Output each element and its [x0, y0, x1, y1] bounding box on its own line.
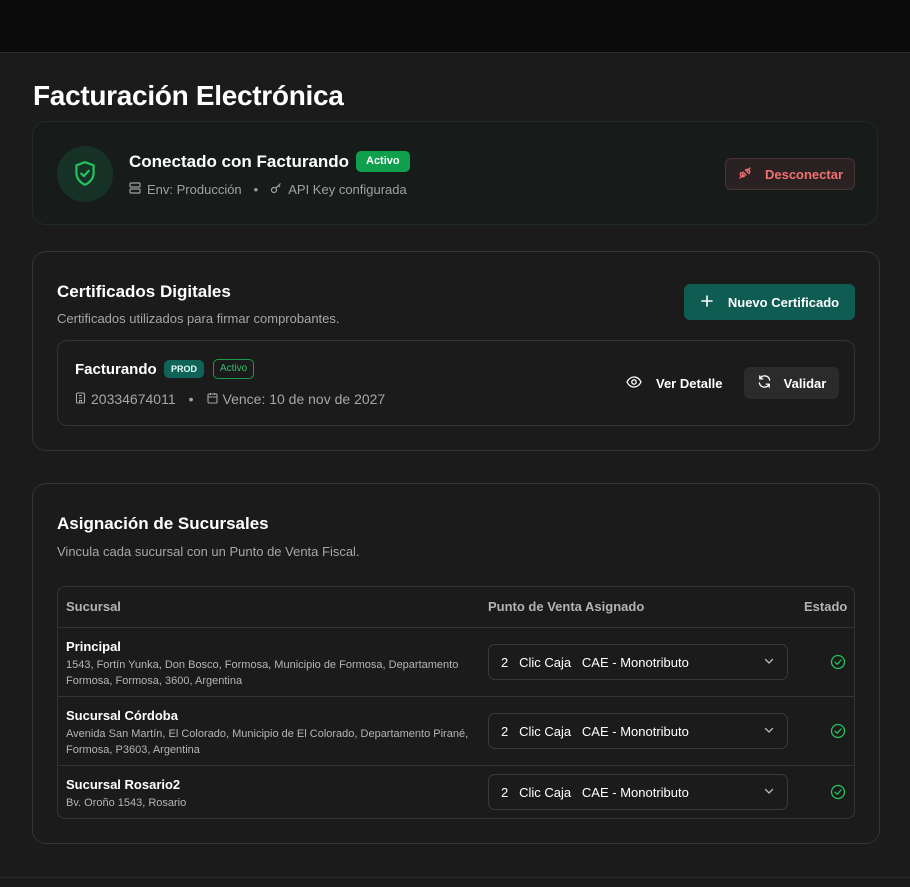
certificates-subtitle: Certificados utilizados para firmar comp… [57, 311, 340, 326]
disconnect-button[interactable]: Desconectar [725, 158, 855, 190]
eye-icon [626, 375, 642, 391]
disconnect-label: Desconectar [764, 166, 844, 182]
top-bar [0, 0, 910, 53]
validate-label: Validar [783, 375, 827, 391]
certificate-meta: 20334674011 • Vence: 10 de nov de 2027 [75, 391, 385, 407]
separator-dot: • [188, 391, 194, 407]
env-badge: PROD [164, 360, 205, 378]
shield-check-icon [57, 146, 113, 202]
check-circle-icon [830, 784, 846, 805]
server-icon [129, 182, 141, 197]
certificate-name: Facturando [75, 361, 157, 378]
certificate-cuit: 20334674011 [91, 391, 176, 407]
branch-address: Avenida San Martín, El Colorado, Municip… [66, 728, 469, 756]
branches-title: Asignación de Sucursales [57, 514, 269, 533]
page-title: Facturación Electrónica [33, 80, 344, 111]
branches-table: Sucursal Punto de Venta Asignado Estado … [57, 586, 855, 819]
calendar-icon [206, 391, 218, 407]
table-row: Sucursal Córdoba Avenida San Martín, El … [58, 696, 854, 765]
chevron-down-icon [763, 785, 775, 800]
column-header-estado: Estado [804, 599, 848, 614]
column-header-punto-venta: Punto de Venta Asignado [488, 599, 645, 614]
footer-divider [0, 877, 910, 878]
certificate-expiry: Vence: 10 de nov de 2027 [222, 391, 386, 407]
view-detail-button[interactable]: Ver Detalle [626, 368, 723, 398]
new-certificate-button[interactable]: Nuevo Certificado [684, 284, 855, 320]
pos-select-value: 2 Clic Caja CAE - Monotributo [501, 723, 689, 739]
connection-card: Conectado con Facturando Activo Env: Pro… [32, 121, 878, 225]
env-label: Env: Producción [147, 182, 242, 197]
connection-title: Conectado con Facturando [129, 152, 350, 171]
check-circle-icon [830, 723, 846, 744]
table-row: Sucursal Rosario2 Bv. Oroño 1543, Rosari… [58, 765, 854, 818]
chevron-down-icon [763, 655, 775, 670]
branch-address: Bv. Oroño 1543, Rosario [66, 797, 187, 809]
branches-card: Asignación de Sucursales Vincula cada su… [32, 483, 880, 844]
table-row: Principal 1543, Fortín Yunka, Don Bosco,… [58, 627, 854, 696]
validate-button[interactable]: Validar [744, 367, 839, 399]
certificate-status-badge: Activo [213, 359, 255, 379]
separator-dot: • [253, 182, 259, 197]
certificates-card: Certificados Digitales Certificados util… [32, 251, 880, 451]
pos-select-value: 2 Clic Caja CAE - Monotributo [501, 784, 689, 800]
certificate-item: Facturando PROD Activo 20334674011 • Ven… [57, 340, 855, 426]
refresh-icon [757, 374, 772, 392]
branches-subtitle: Vincula cada sucursal con un Punto de Ve… [57, 544, 360, 559]
pos-select[interactable]: 2 Clic Caja CAE - Monotributo [488, 713, 788, 749]
column-header-sucursal: Sucursal [66, 599, 121, 614]
unplug-icon [737, 165, 753, 184]
branch-address: 1543, Fortín Yunka, Don Bosco, Formosa, … [66, 659, 459, 687]
pos-select[interactable]: 2 Clic Caja CAE - Monotributo [488, 774, 788, 810]
connection-meta: Env: Producción • API Key configurada [129, 182, 407, 197]
plus-icon [700, 294, 714, 311]
branch-name: Sucursal Rosario2 [66, 777, 181, 792]
branch-name: Principal [66, 639, 121, 654]
status-badge: Activo [356, 151, 410, 172]
view-detail-label: Ver Detalle [656, 375, 723, 391]
chevron-down-icon [763, 724, 775, 739]
building-icon [75, 391, 86, 407]
new-certificate-label: Nuevo Certificado [727, 294, 840, 310]
pos-select[interactable]: 2 Clic Caja CAE - Monotributo [488, 644, 788, 680]
key-icon [270, 182, 282, 197]
certificates-title: Certificados Digitales [57, 282, 231, 301]
check-circle-icon [830, 654, 846, 675]
branch-name: Sucursal Córdoba [66, 708, 178, 723]
pos-select-value: 2 Clic Caja CAE - Monotributo [501, 654, 689, 670]
api-key-label: API Key configurada [288, 182, 407, 197]
